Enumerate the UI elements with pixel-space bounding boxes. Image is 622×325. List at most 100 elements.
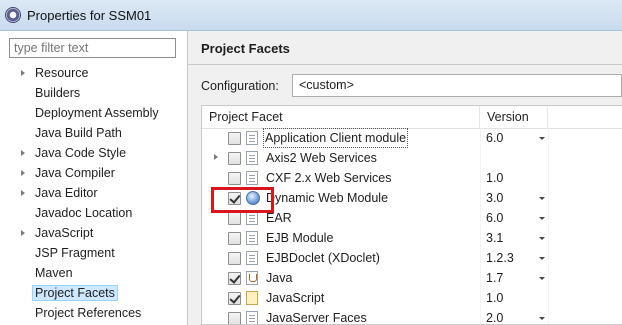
version-dropdown-icon[interactable] bbox=[539, 317, 545, 320]
window-title: Properties for SSM01 bbox=[27, 7, 152, 23]
doc-icon bbox=[246, 151, 258, 165]
facet-name: CXF 2.x Web Services bbox=[266, 171, 392, 185]
js-icon bbox=[246, 291, 258, 305]
expand-arrow-icon[interactable] bbox=[21, 70, 25, 76]
table-row[interactable]: Java 1.7 bbox=[202, 268, 622, 288]
nav-item-label: JavaScript bbox=[35, 226, 94, 240]
facets-table: Project Facet Version Application Client… bbox=[201, 105, 622, 325]
nav-item-label: Builders bbox=[35, 86, 81, 100]
table-row[interactable]: EJBDoclet (XDoclet) 1.2.3 bbox=[202, 248, 622, 268]
nav-item-label: JSP Fragment bbox=[35, 246, 115, 260]
facet-name: Application Client module bbox=[263, 128, 409, 148]
facet-version[interactable]: 2.0 bbox=[486, 308, 503, 324]
column-header-facet[interactable]: Project Facet bbox=[202, 106, 480, 128]
eclipse-icon bbox=[5, 7, 21, 23]
nav-item-label: Resource bbox=[35, 66, 89, 80]
facet-checkbox[interactable] bbox=[228, 252, 241, 265]
nav-item-jsp-fragment[interactable]: JSP Fragment bbox=[0, 243, 187, 263]
version-dropdown-icon[interactable] bbox=[539, 137, 545, 140]
facet-version[interactable]: 1.0 bbox=[486, 168, 503, 188]
facet-name: JavaServer Faces bbox=[266, 311, 367, 325]
version-dropdown-icon[interactable] bbox=[539, 257, 545, 260]
nav-item-java-code-style[interactable]: Java Code Style bbox=[0, 143, 187, 163]
facet-name: JavaScript bbox=[266, 291, 325, 305]
nav-item-builders[interactable]: Builders bbox=[0, 83, 187, 103]
nav-item-javascript[interactable]: JavaScript bbox=[0, 223, 187, 243]
configuration-label: Configuration: bbox=[201, 79, 279, 93]
nav-item-label: Javadoc Location bbox=[35, 206, 133, 220]
facet-version[interactable]: 3.1 bbox=[486, 228, 503, 248]
nav-item-label: Java Compiler bbox=[35, 166, 115, 180]
facet-version[interactable]: 6.0 bbox=[486, 128, 503, 148]
nav-item-label: Maven bbox=[35, 266, 73, 280]
nav-item-label: Project References bbox=[35, 306, 142, 320]
facet-name: Java bbox=[266, 271, 293, 285]
table-row[interactable]: Axis2 Web Services bbox=[202, 148, 622, 168]
table-row[interactable]: JavaServer Faces 2.0 bbox=[202, 308, 622, 325]
facet-checkbox[interactable] bbox=[228, 212, 241, 225]
table-row[interactable]: CXF 2.x Web Services 1.0 bbox=[202, 168, 622, 188]
navigation-panel: Resource Builders Deployment Assembly Java … bbox=[0, 31, 188, 325]
table-row[interactable]: JavaScript 1.0 bbox=[202, 288, 622, 308]
expand-arrow-icon[interactable] bbox=[21, 230, 25, 236]
facet-version[interactable]: 1.2.3 bbox=[486, 248, 514, 268]
title-separator bbox=[188, 64, 622, 65]
annotation-highlight-box bbox=[211, 187, 274, 213]
facet-version[interactable]: 3.0 bbox=[486, 188, 503, 208]
doc-icon bbox=[246, 251, 258, 265]
version-dropdown-icon[interactable] bbox=[539, 237, 545, 240]
nav-item-label: Deployment Assembly bbox=[35, 106, 159, 120]
nav-item-project-references[interactable]: Project References bbox=[0, 303, 187, 323]
bean-icon bbox=[246, 231, 258, 245]
nav-item-label: Java Build Path bbox=[35, 126, 122, 140]
window-titlebar: Properties for SSM01 bbox=[0, 0, 622, 31]
page-title: Project Facets bbox=[201, 41, 290, 56]
table-row[interactable]: Application Client module 6.0 bbox=[202, 128, 622, 148]
facet-name: EJBDoclet (XDoclet) bbox=[266, 251, 380, 265]
facet-checkbox[interactable] bbox=[228, 232, 241, 245]
nav-item-project-facets[interactable]: Project Facets bbox=[0, 283, 187, 303]
filter-input[interactable] bbox=[9, 38, 176, 58]
facet-checkbox[interactable] bbox=[228, 152, 241, 165]
nav-item-java-editor[interactable]: Java Editor bbox=[0, 183, 187, 203]
project-facets-page: Project Facets Configuration: <custom> P… bbox=[188, 31, 622, 325]
expand-arrow-icon[interactable] bbox=[21, 150, 25, 156]
facet-name: EJB Module bbox=[266, 231, 334, 245]
version-dropdown-icon[interactable] bbox=[539, 217, 545, 220]
nav-item-maven[interactable]: Maven bbox=[0, 263, 187, 283]
doc-icon bbox=[246, 211, 258, 225]
facet-checkbox[interactable] bbox=[228, 132, 241, 145]
nav-item-java-build-path[interactable]: Java Build Path bbox=[0, 123, 187, 143]
nav-item-resource[interactable]: Resource bbox=[0, 63, 187, 83]
version-dropdown-icon[interactable] bbox=[539, 197, 545, 200]
facet-checkbox[interactable] bbox=[228, 272, 241, 285]
expand-arrow-icon[interactable] bbox=[21, 190, 25, 196]
expand-arrow-icon[interactable] bbox=[214, 154, 218, 160]
nav-item-label: Project Facets bbox=[32, 285, 118, 301]
column-header-version[interactable]: Version bbox=[480, 106, 548, 128]
facet-name: Dynamic Web Module bbox=[266, 191, 389, 205]
nav-item-deployment-assembly[interactable]: Deployment Assembly bbox=[0, 103, 187, 123]
table-row[interactable]: EJB Module 3.1 bbox=[202, 228, 622, 248]
facet-version[interactable]: 1.0 bbox=[486, 288, 503, 308]
facet-name: Axis2 Web Services bbox=[266, 151, 377, 165]
configuration-combo[interactable]: <custom> bbox=[292, 74, 622, 97]
expand-arrow-icon[interactable] bbox=[21, 170, 25, 176]
nav-item-label: Java Code Style bbox=[35, 146, 127, 160]
facet-version[interactable]: 1.7 bbox=[486, 268, 503, 288]
facet-checkbox[interactable] bbox=[228, 172, 241, 185]
nav-item-java-compiler[interactable]: Java Compiler bbox=[0, 163, 187, 183]
doc-icon bbox=[246, 171, 258, 185]
nav-item-javadoc-location[interactable]: Javadoc Location bbox=[0, 203, 187, 223]
column-header-extra[interactable] bbox=[548, 106, 622, 128]
navigation-tree: Resource Builders Deployment Assembly Java … bbox=[0, 63, 187, 323]
doc-icon bbox=[246, 131, 258, 145]
facet-checkbox[interactable] bbox=[228, 292, 241, 305]
facet-version[interactable]: 6.0 bbox=[486, 208, 503, 228]
doc-icon bbox=[246, 311, 258, 324]
table-header: Project Facet Version bbox=[202, 106, 622, 129]
version-dropdown-icon[interactable] bbox=[539, 277, 545, 280]
java-icon bbox=[246, 271, 258, 285]
nav-item-label: Java Editor bbox=[35, 186, 98, 200]
facet-checkbox[interactable] bbox=[228, 312, 241, 324]
